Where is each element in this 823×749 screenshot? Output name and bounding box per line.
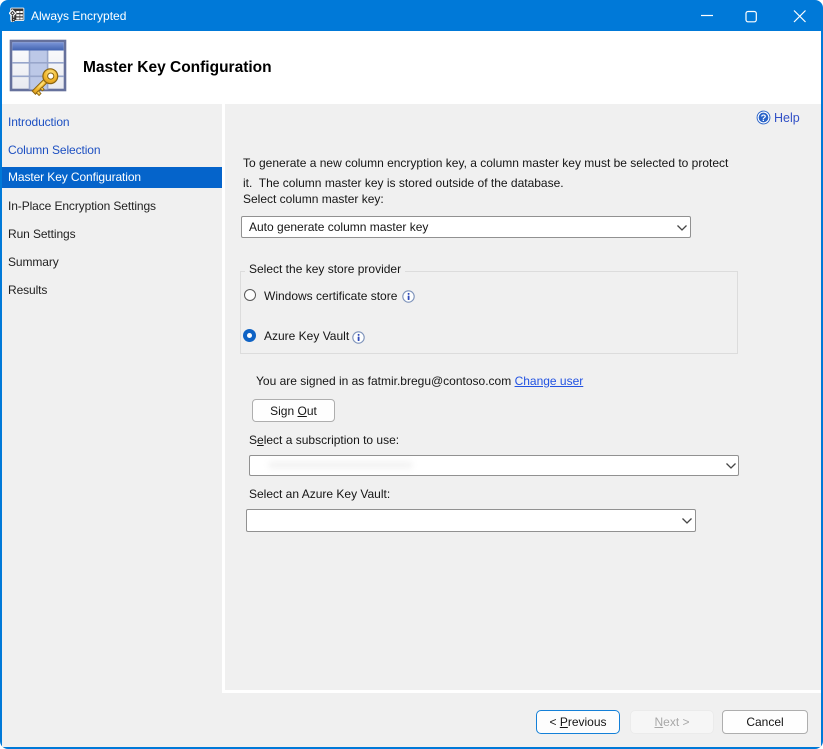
svg-text:?: ?	[761, 113, 767, 124]
